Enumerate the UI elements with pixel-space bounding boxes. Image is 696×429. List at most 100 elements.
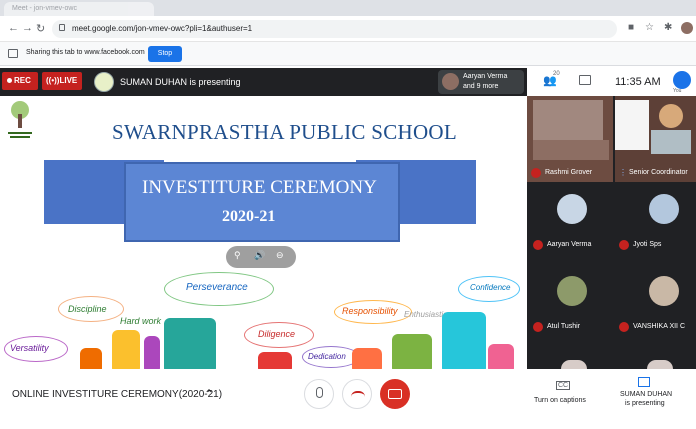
ceremony-banner <box>124 162 400 242</box>
face <box>659 104 683 128</box>
participant-avatar <box>649 194 679 224</box>
hand-graphic <box>112 330 140 369</box>
url-text: meet.google.com/jon-vmev-owc?pli=1&authu… <box>72 24 253 33</box>
back-icon[interactable]: ← <box>8 22 19 34</box>
hand-graphic <box>144 336 160 369</box>
sharing-bar: Sharing this tab to www.facebook.com Sto… <box>0 42 696 66</box>
hand-graphic <box>258 352 292 369</box>
browser-tab[interactable]: Meet - jon-vmev-owc <box>4 2 154 16</box>
hand-graphic <box>392 334 432 369</box>
viewer-name: Aaryan Verma <box>463 73 508 80</box>
captions-label[interactable]: Turn on captions <box>534 397 586 404</box>
microphone-button[interactable] <box>304 379 334 409</box>
word-perseverance: Perseverance <box>186 282 248 293</box>
participants-panel: Rashmi Grover ⋮ Senior Coordinator Aarya… <box>527 68 696 369</box>
participant-avatar-partial <box>561 360 587 369</box>
mic-off-icon <box>619 322 629 332</box>
word-responsibility: Responsibility <box>342 306 398 316</box>
meet-header-tools: 👥 20 11:35 AM You <box>527 68 696 96</box>
presentation-slide: SWARNPRASTHA PUBLIC SCHOOL INVESTITURE C… <box>0 96 523 369</box>
hand-graphic <box>442 312 486 369</box>
url-field[interactable]: meet.google.com/jon-vmev-owc?pli=1&authu… <box>52 20 617 38</box>
video-feed-desk <box>533 140 609 160</box>
participant-tile[interactable]: Jyoti Sps <box>615 186 696 268</box>
volume-icon[interactable]: 🔊 <box>254 250 265 261</box>
presenting-label[interactable]: is presenting <box>625 400 665 407</box>
address-bar: ← → ↻ meet.google.com/jon-vmev-owc?pli=1… <box>0 16 696 42</box>
ceremony-year: 2020-21 <box>222 208 276 225</box>
hand-graphic <box>352 348 382 369</box>
rec-label: REC <box>14 76 31 85</box>
broadcast-icon: ((•)) <box>46 76 60 85</box>
browser-tab-strip: Meet - jon-vmev-owc <box>0 0 696 16</box>
reload-icon[interactable]: ↻ <box>36 22 45 35</box>
participant-avatar <box>557 276 587 306</box>
word-hard-work: Hard work <box>120 316 162 326</box>
hang-up-icon <box>351 391 365 397</box>
participant-name: Atul Tushir <box>547 323 581 330</box>
participant-tile[interactable]: VANSHIKA XII C <box>615 268 696 350</box>
hand-graphic <box>80 348 102 369</box>
presenter-avatar <box>94 72 114 92</box>
meeting-title[interactable]: ONLINE INVESTITURE CEREMONY(2020-21) <box>12 389 222 400</box>
camera-off-icon <box>388 389 402 399</box>
remove-icon[interactable]: ⊖ <box>276 250 284 261</box>
stop-sharing-button[interactable]: Stop <box>148 46 182 62</box>
profile-avatar[interactable] <box>681 22 693 34</box>
word-dedication: Dedication <box>308 352 346 361</box>
live-viewers-chip[interactable]: Aaryan Verma and 9 more <box>438 70 524 94</box>
camera-off-button[interactable] <box>380 379 410 409</box>
leave-call-button[interactable] <box>342 379 372 409</box>
hand-graphic <box>488 344 514 369</box>
chat-icon[interactable] <box>579 75 591 85</box>
participant-avatar <box>649 276 679 306</box>
participant-tile[interactable]: ⋮ Senior Coordinator <box>615 96 696 182</box>
chevron-up-icon[interactable]: ⌃ <box>204 387 214 401</box>
mic-off-icon <box>533 240 543 250</box>
mic-off-icon <box>619 240 629 250</box>
participant-avatar-partial <box>647 360 673 369</box>
meet-top-bar: REC ((•))LIVE SUMAN DUHAN is presenting … <box>0 68 527 96</box>
pin-icon[interactable]: ⚲ <box>234 250 241 261</box>
forward-icon[interactable]: → <box>22 22 33 34</box>
presenter-name[interactable]: SUMAN DUHAN <box>620 391 672 398</box>
camera-indicator-icon[interactable]: ■ <box>628 22 634 33</box>
participant-name: VANSHIKA XII C <box>633 323 685 330</box>
screen-share-icon <box>8 49 18 58</box>
shared-slide-thumb <box>615 100 649 150</box>
live-badge: ((•))LIVE <box>42 72 82 90</box>
hand-graphic <box>164 318 216 369</box>
word-enthusiastic: Enthusiastic <box>404 310 448 319</box>
school-logo <box>8 101 32 138</box>
ceremony-title: INVESTITURE CEREMONY <box>142 177 377 198</box>
mic-off-icon <box>531 168 541 178</box>
viewer-avatar <box>442 73 459 90</box>
participant-name: Senior Coordinator <box>629 169 688 176</box>
shirt <box>651 130 691 154</box>
slide-controls: ⚲ 🔊 ⊖ <box>226 246 296 268</box>
school-name: SWARNPRASTHA PUBLIC SCHOOL <box>112 120 458 144</box>
audio-icon: ⋮ <box>619 168 627 177</box>
participant-tile[interactable]: Aaryan Verma <box>529 186 611 268</box>
participant-tile[interactable]: Atul Tushir <box>529 268 611 350</box>
record-dot-icon <box>7 78 12 83</box>
participant-tile[interactable]: Rashmi Grover <box>527 96 613 182</box>
mic-off-icon <box>533 322 543 332</box>
bookmark-star-icon[interactable]: ☆ <box>645 22 654 33</box>
people-count: 20 <box>553 71 560 77</box>
participant-avatar <box>557 194 587 224</box>
you-label: You <box>673 88 682 94</box>
video-feed <box>533 100 603 140</box>
present-icon[interactable] <box>638 377 650 387</box>
live-label: LIVE <box>59 76 78 85</box>
clock: 11:35 AM <box>615 76 661 88</box>
captions-icon[interactable]: CC <box>556 381 571 390</box>
participant-name: Aaryan Verma <box>547 241 592 248</box>
sharing-message: Sharing this tab to www.facebook.com <box>26 49 145 56</box>
participant-name: Jyoti Sps <box>633 241 662 248</box>
word-versatility: Versatility <box>10 343 49 353</box>
word-discipline: Discipline <box>68 304 107 314</box>
recording-badge: REC <box>2 72 38 90</box>
extensions-icon[interactable]: ✱ <box>664 22 672 33</box>
user-avatar[interactable] <box>673 71 691 89</box>
